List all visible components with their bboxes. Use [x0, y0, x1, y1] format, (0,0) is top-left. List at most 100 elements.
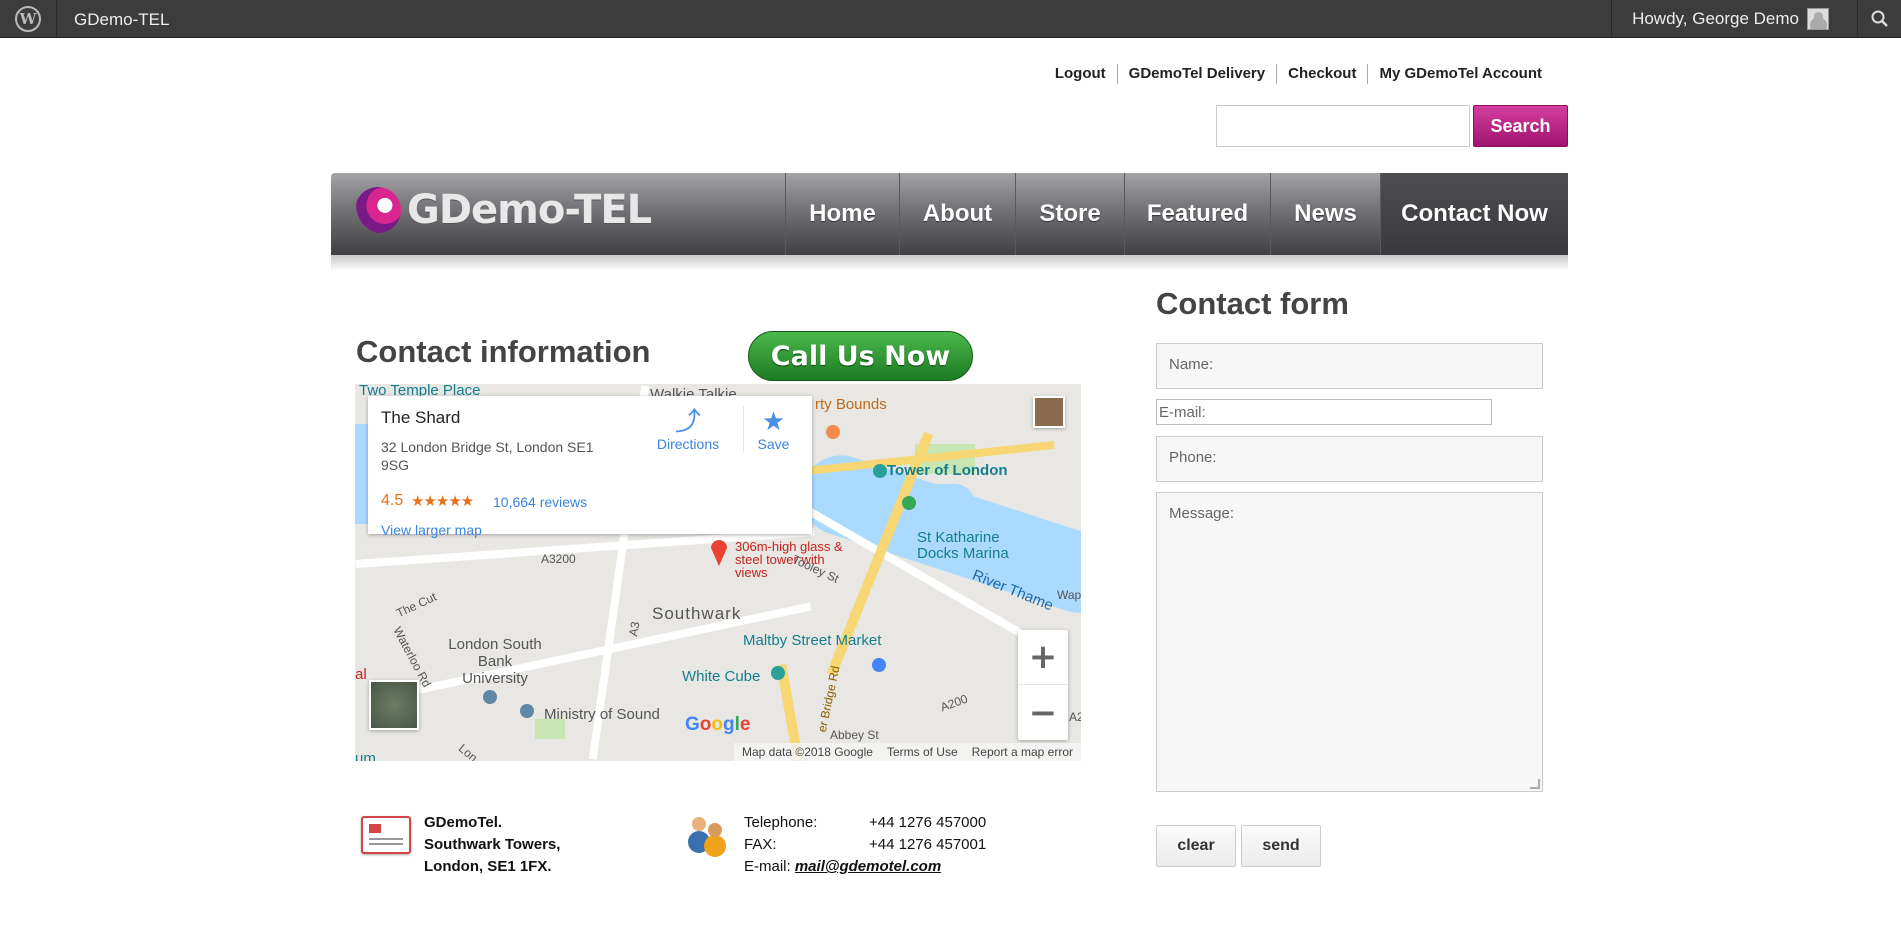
map-label: al [355, 666, 367, 683]
howdy-text: Howdy, George Demo [1632, 9, 1799, 28]
message-placeholder: Message: [1169, 505, 1235, 522]
site-logo[interactable]: GDemo-TEL [355, 187, 652, 233]
map-label: A3 [626, 620, 643, 638]
send-button[interactable]: send [1241, 825, 1321, 867]
contacts-people-icon [688, 813, 728, 853]
avatar [1807, 8, 1829, 30]
map-label: er Bridge Rd [814, 664, 843, 734]
map-label: Tower of London [887, 462, 1008, 479]
place-name: The Shard [381, 408, 461, 427]
map-label: Southwark [652, 604, 742, 623]
search-input[interactable] [1216, 105, 1470, 147]
envelope-icon [361, 816, 411, 854]
zoom-control: + − [1018, 630, 1068, 740]
directions-button[interactable]: ⤴ Directions [648, 406, 728, 452]
map-label: A2 [1069, 710, 1081, 724]
admin-account-menu[interactable]: Howdy, George Demo [1611, 0, 1843, 38]
report-map-error-link[interactable]: Report a map error [972, 745, 1073, 759]
checkout-link[interactable]: Checkout [1277, 64, 1369, 84]
map-label: Maltby Street Market [743, 632, 882, 649]
message-field[interactable]: Message: [1156, 492, 1543, 792]
wordpress-logo-icon[interactable]: W [0, 0, 57, 38]
view-larger-map-link[interactable]: View larger map [381, 522, 482, 538]
nav-menu: Home About Store Featured News Contact N… [785, 173, 1568, 255]
address-line: Southwark Towers, [424, 836, 561, 853]
call-us-now-button[interactable]: Call Us Now [748, 331, 973, 381]
main-nav: GDemo-TEL Home About Store Featured News… [331, 173, 1568, 255]
reviews-link[interactable]: 10,664 reviews [493, 494, 587, 510]
map-poi-icon[interactable] [902, 496, 916, 510]
nav-item-news[interactable]: News [1270, 173, 1380, 255]
map-poi-icon[interactable] [520, 704, 534, 718]
address-line: GDemoTel. [424, 814, 503, 831]
my-account-link[interactable]: My GDemoTel Account [1368, 64, 1542, 84]
clear-button[interactable]: clear [1156, 825, 1236, 867]
fax-label: FAX: [744, 836, 777, 853]
place-info-card: The Shard 32 London Bridge St, London SE… [368, 396, 812, 538]
account-links: Logout GDemoTel Delivery Checkout My GDe… [1044, 64, 1542, 84]
nav-item-featured[interactable]: Featured [1124, 173, 1270, 255]
resize-handle[interactable] [1530, 779, 1540, 789]
admin-search-icon[interactable] [1857, 0, 1901, 38]
nav-item-store[interactable]: Store [1015, 173, 1124, 255]
map-label: rty Bounds [815, 396, 887, 413]
phone-field[interactable]: Phone: [1156, 436, 1543, 482]
map-label: A200 [938, 691, 970, 715]
google-map[interactable]: Two Temple Place Walkie Talkie rty Bound… [355, 384, 1081, 761]
map-label: Abbey St [830, 728, 879, 742]
map-poi-icon[interactable] [826, 425, 840, 439]
contact-form-heading: Contact form [1156, 286, 1349, 321]
map-poi-icon[interactable] [873, 464, 887, 478]
satellite-toggle[interactable] [369, 680, 419, 730]
postal-address: GDemoTel. Southwark Towers, London, SE1 … [424, 812, 560, 878]
delivery-link[interactable]: GDemoTel Delivery [1118, 64, 1278, 84]
map-label: Wap [1057, 588, 1081, 602]
map-marker-icon[interactable] [709, 538, 729, 566]
zoom-in-button[interactable]: + [1018, 630, 1068, 685]
admin-site-name[interactable]: GDemo-TEL [74, 10, 169, 30]
google-logo: Google [685, 714, 751, 735]
map-label: London South Bank University [448, 636, 542, 687]
phone-details: Telephone: +44 1276 457000 FAX: +44 1276 4… [744, 812, 986, 878]
place-rating: 4.5 [381, 492, 404, 509]
telephone-label: Telephone: [744, 814, 818, 831]
map-poi-icon[interactable] [771, 666, 785, 680]
directions-icon: ⤴ [674, 406, 701, 436]
fax-value: +44 1276 457001 [869, 836, 987, 853]
map-label: St Katharine Docks Marina [917, 529, 1009, 562]
contact-info-heading: Contact information [356, 334, 651, 369]
map-label: The Cut [394, 589, 439, 621]
map-label: White Cube [682, 668, 761, 685]
save-button[interactable]: ★ Save [743, 406, 803, 452]
star-icon: ★ [761, 406, 786, 436]
map-label: Lon [455, 741, 481, 761]
nav-item-about[interactable]: About [899, 173, 1015, 255]
save-label: Save [757, 436, 790, 452]
nav-item-home[interactable]: Home [785, 173, 899, 255]
logout-link[interactable]: Logout [1044, 64, 1118, 84]
map-data-text: Map data ©2018 Google [742, 745, 873, 759]
map-label: Ministry of Sound [544, 706, 660, 723]
place-address: 32 London Bridge St, London SE1 9SG [381, 439, 594, 473]
zoom-out-button[interactable]: − [1018, 685, 1068, 740]
nav-item-contact-now[interactable]: Contact Now [1380, 173, 1568, 255]
logo-swirl-icon [355, 187, 401, 233]
map-user-avatar[interactable] [1033, 396, 1065, 428]
terms-of-use-link[interactable]: Terms of Use [887, 745, 958, 759]
admin-bar: W GDemo-TEL Howdy, George Demo [0, 0, 1901, 38]
map-label: um [355, 750, 376, 761]
email-link[interactable]: mail@gdemotel.com [795, 856, 941, 878]
map-poi-icon[interactable] [872, 658, 886, 672]
address-line: London, SE1 1FX. [424, 858, 552, 875]
map-attribution: Map data ©2018 Google Terms of Use Repor… [734, 743, 1081, 761]
map-label: A3200 [541, 552, 576, 566]
telephone-value: +44 1276 457000 [869, 814, 987, 831]
directions-label: Directions [656, 436, 720, 452]
search-button[interactable]: Search [1473, 105, 1568, 147]
map-dock [915, 484, 975, 524]
map-poi-icon[interactable] [483, 690, 497, 704]
rating-stars-icon: ★★★★★ [411, 493, 474, 510]
name-field[interactable]: Name: [1156, 343, 1543, 389]
email-field[interactable]: E-mail: [1156, 399, 1492, 425]
nav-shadow [331, 255, 1568, 271]
